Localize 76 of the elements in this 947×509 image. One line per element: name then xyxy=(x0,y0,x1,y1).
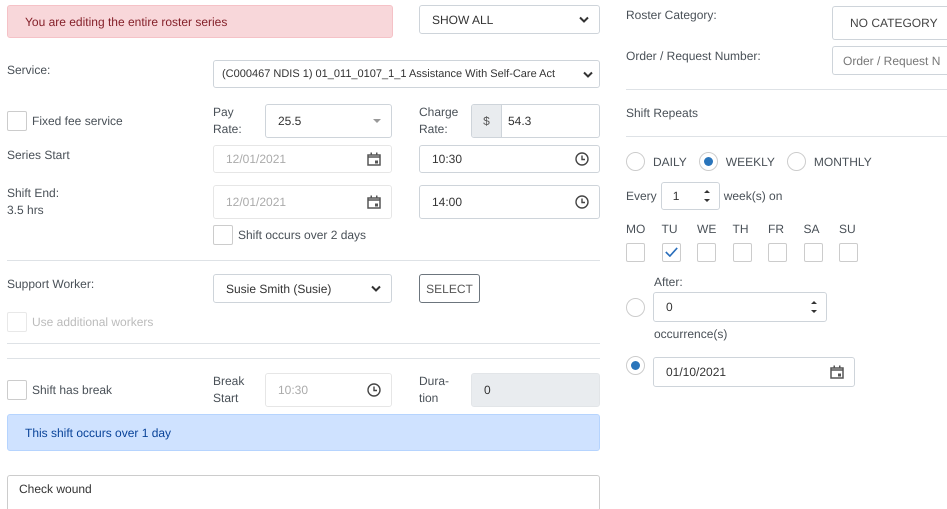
day-checkbox[interactable] xyxy=(626,242,645,262)
field-label: Pay Rate: xyxy=(213,104,243,138)
select-button[interactable]: SELECT xyxy=(419,274,480,303)
day-label: TH xyxy=(732,222,748,236)
day-checkbox[interactable] xyxy=(662,242,680,262)
field-label: Break Start xyxy=(213,373,246,407)
alert-banner: You are editing the entire roster series xyxy=(7,5,393,38)
chevron-down-icon xyxy=(579,16,589,23)
day-label: WE xyxy=(697,222,716,236)
field-label: Support Worker: xyxy=(7,276,96,293)
field-label: Shift End: xyxy=(7,185,60,202)
chevron-down-icon xyxy=(371,285,381,292)
radio-button[interactable] xyxy=(626,356,645,375)
occurrence-spinner[interactable]: 0 xyxy=(653,292,827,322)
calendar-icon xyxy=(367,152,381,166)
radio-label: DAILY xyxy=(653,154,687,168)
day-checkbox[interactable] xyxy=(839,242,858,262)
field-label: Series Start xyxy=(7,147,71,164)
spinner-arrows-icon xyxy=(702,189,711,203)
service-dropdown[interactable]: (C000467 NDIS 1) 01_011_0107_1_1 Assistance With Self-Care Act xyxy=(213,60,600,88)
day-checkbox[interactable] xyxy=(732,242,752,262)
checkmark-icon xyxy=(664,247,678,257)
radio-button[interactable] xyxy=(698,152,718,171)
checkbox-label: Shift has break xyxy=(32,383,112,397)
day-label: FR xyxy=(768,222,784,236)
calendar-icon xyxy=(830,365,844,379)
worker-dropdown[interactable]: Susie Smith (Susie) xyxy=(213,274,392,303)
field-label: Charge Rate: xyxy=(419,104,460,138)
checkbox-label: Shift occurs over 2 days xyxy=(238,228,366,242)
clock-icon xyxy=(575,195,589,209)
category-button[interactable]: NO CATEGORY xyxy=(832,6,947,40)
time-input[interactable]: 10:30 xyxy=(419,145,600,173)
radio-button[interactable] xyxy=(626,298,645,316)
currency-addon: $ xyxy=(472,105,502,137)
radio-button[interactable] xyxy=(626,152,645,171)
checkbox[interactable] xyxy=(7,380,27,400)
radio-button[interactable] xyxy=(786,152,806,171)
checkbox[interactable] xyxy=(213,225,233,245)
duration-text: 3.5 hrs xyxy=(7,202,45,219)
day-label: SU xyxy=(839,222,856,236)
checkbox-label: Use additional workers xyxy=(32,315,154,329)
interval-spinner[interactable]: 1 xyxy=(660,182,720,210)
charge-rate-input[interactable]: $ 54.3 xyxy=(471,104,600,138)
field-label: After: xyxy=(654,275,684,289)
checkbox[interactable] xyxy=(7,111,27,131)
clock-icon xyxy=(367,383,381,397)
order-number-input[interactable]: Order / Request N xyxy=(832,46,947,75)
checkbox-label: Fixed fee service xyxy=(32,114,123,128)
day-label: MO xyxy=(626,222,646,236)
field-label: Dura-tion xyxy=(419,373,450,407)
end-date-input[interactable]: 01/10/2021 xyxy=(653,357,855,387)
time-input[interactable]: 14:00 xyxy=(419,185,600,219)
caret-down-icon xyxy=(373,119,381,123)
section-title: Shift Repeats xyxy=(626,106,698,120)
pay-rate-dropdown[interactable]: 25.5 xyxy=(265,104,392,138)
filter-dropdown[interactable]: SHOW ALL xyxy=(419,5,600,34)
field-label: Service: xyxy=(7,62,52,79)
info-banner: This shift occurs over 1 day xyxy=(7,414,600,451)
field-label: Every xyxy=(626,189,657,203)
spinner-arrows-icon xyxy=(810,300,818,314)
day-checkbox[interactable] xyxy=(697,242,716,262)
radio-label: WEEKLY xyxy=(726,154,775,168)
chevron-down-icon xyxy=(583,70,593,78)
day-label: SA xyxy=(804,222,820,236)
field-label: Order / Request Number: xyxy=(626,49,761,63)
day-checkbox[interactable] xyxy=(804,242,822,262)
radio-label: MONTHLY xyxy=(814,154,872,168)
field-label: occurrence(s) xyxy=(654,327,728,341)
day-checkbox[interactable] xyxy=(768,242,787,262)
notes-field[interactable]: Check wound xyxy=(7,475,600,509)
field-label: Roster Category: xyxy=(626,8,717,22)
day-label: TU xyxy=(662,222,678,236)
field-label: week(s) on xyxy=(724,189,782,203)
duration-input[interactable]: 0 xyxy=(471,373,600,407)
calendar-icon xyxy=(367,195,381,209)
clock-icon xyxy=(575,152,589,166)
